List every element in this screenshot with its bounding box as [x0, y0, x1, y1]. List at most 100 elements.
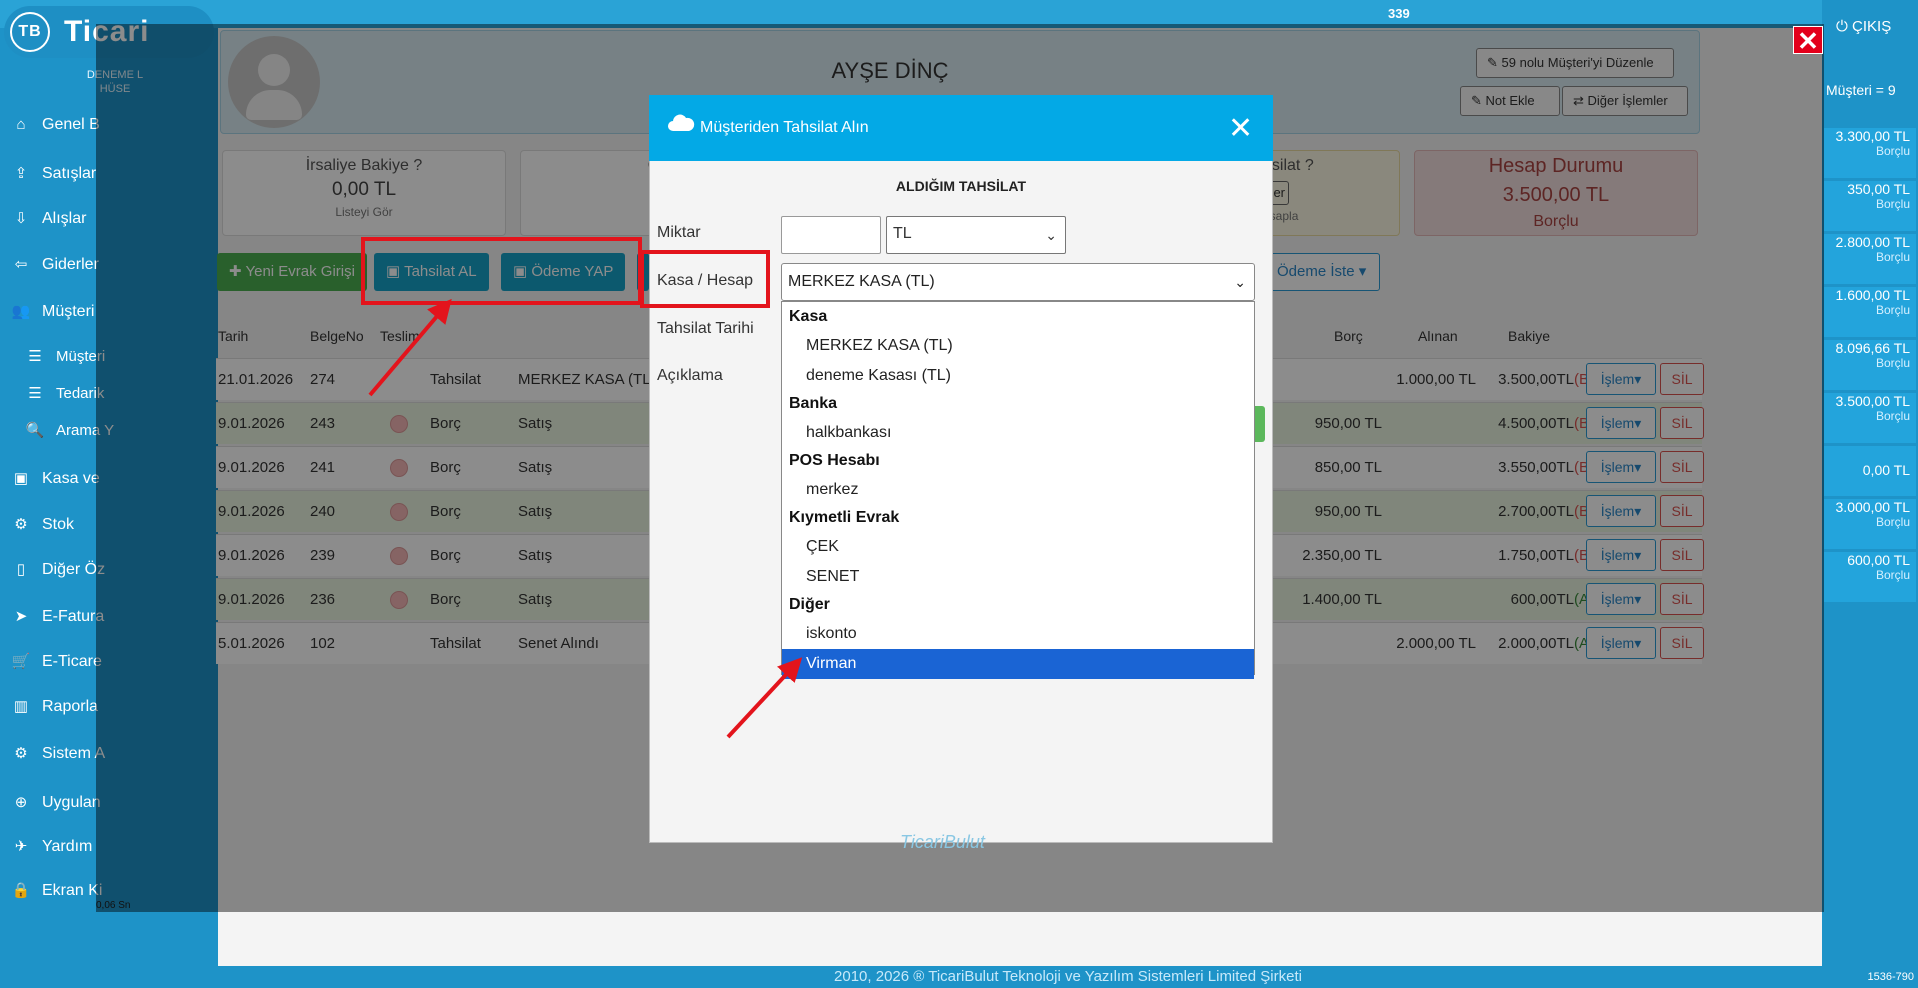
modal-title: Müşteriden Tahsilat Alın [700, 119, 869, 136]
sidebar-item-label: Ekran Ki [42, 882, 103, 899]
modal-heading: ALDIĞIM TAHSİLAT [895, 178, 1027, 194]
footer-version: 1536-790 [1867, 971, 1915, 983]
dropdown-option[interactable]: merkez [782, 475, 1254, 505]
right-panel-item[interactable]: 3.500,00 TL Borçlu [1824, 393, 1916, 443]
sidebar-item-label: E-Ticare [42, 653, 102, 670]
sidebar-icon: ✈ [14, 838, 28, 855]
sidebar-icon: 👥 [11, 303, 31, 320]
sidebar-icon: 🔍 [25, 422, 45, 439]
right-panel-item[interactable]: 3.300,00 TL Borçlu [1824, 128, 1916, 178]
top-counter: 339 [1388, 6, 1410, 21]
sidebar-icon: ▥ [13, 698, 29, 715]
account-dropdown-list: Kasa MERKEZ KASA (TL) deneme Kasası (TL) Ba… [781, 301, 1255, 679]
sidebar-icon: ⇦ [14, 256, 28, 273]
dropdown-group-label: Banka [789, 395, 838, 412]
chevron-down-icon: ⌄ [1234, 274, 1246, 290]
dropdown-option[interactable]: ÇEK [782, 532, 1254, 562]
sidebar-icon: ⇪ [14, 165, 28, 182]
sidebar-icon: ⊕ [14, 794, 28, 811]
right-panel-item[interactable]: 3.000,00 TL Borçlu [1824, 499, 1916, 549]
sidebar-icon: ⇩ [14, 210, 28, 227]
account-select[interactable]: MERKEZ KASA (TL) ⌄ [781, 263, 1255, 301]
render-time: 0,06 Sn [96, 900, 131, 911]
logout-button[interactable]: ⏻ ÇIKIŞ [1836, 18, 1891, 35]
right-panel-item[interactable]: 8.096,66 TL Borçlu [1824, 340, 1916, 390]
right-panel-item[interactable]: 0,00 TL [1824, 446, 1916, 496]
sidebar-item-label: E-Fatura [42, 608, 105, 625]
close-icon: ✕ [1797, 26, 1819, 56]
amount-input[interactable] [781, 216, 881, 254]
sidebar-item-label: Satışlar [42, 165, 97, 182]
logout-label: ÇIKIŞ [1852, 18, 1892, 35]
right-panel-status: Borçlu [1875, 515, 1910, 529]
sidebar-item-label: Giderler [42, 256, 99, 273]
currency-value: TL [893, 225, 912, 242]
sidebar-icon: ☰ [28, 348, 42, 365]
right-panel-amount: 3.000,00 TL [1835, 499, 1910, 515]
right-panel-status: Borçlu [1875, 197, 1910, 211]
right-panel-status: Borçlu [1875, 356, 1910, 370]
right-panel-item[interactable]: 1.600,00 TL Borçlu [1824, 287, 1916, 337]
sidebar-item-label: Alışlar [42, 210, 87, 227]
power-icon: ⏻ [1836, 18, 1853, 35]
account-select-value: MERKEZ KASA (TL) [788, 273, 935, 290]
description-label: Açıklama [657, 367, 723, 384]
sidebar-item-label: Müşteri [42, 303, 95, 320]
dropdown-option[interactable]: MERKEZ KASA (TL) [782, 331, 1254, 361]
dropdown-option[interactable]: iskonto [782, 619, 1254, 649]
sidebar-icon: ⌂ [16, 116, 26, 133]
chevron-down-icon: ⌄ [1045, 227, 1057, 243]
sidebar-icon: ▣ [13, 470, 29, 487]
date-label: Tahsilat Tarihi [657, 320, 754, 337]
sidebar-item-label: Uygulan [42, 794, 101, 811]
sidebar-icon: 🔒 [11, 882, 31, 899]
right-panel-amount: 2.800,00 TL [1835, 234, 1910, 250]
right-panel-amount: 0,00 TL [1862, 462, 1910, 478]
footer: 2010, 2026 ® TicariBulut Teknoloji ve Ya… [218, 966, 1918, 988]
close-icon: ✕ [1228, 112, 1254, 145]
sidebar-item-label: Raporla [42, 698, 99, 715]
sidebar-icon: ⚙ [14, 516, 28, 533]
right-panel-amount: 3.500,00 TL [1835, 393, 1910, 409]
sidebar-icon: ⚙ [14, 745, 28, 762]
right-panel-amount: 600,00 TL [1847, 552, 1910, 568]
right-panel-status: Borçlu [1875, 144, 1910, 158]
dropdown-group-label: Kıymetli Evrak [789, 509, 900, 526]
dropdown-group-label: Kasa [789, 308, 828, 325]
sidebar-item-label: Yardım [42, 838, 93, 855]
right-panel-status: Borçlu [1875, 568, 1910, 582]
sidebar-icon: 🛒 [11, 653, 31, 670]
right-panel-item[interactable]: 2.800,00 TL Borçlu [1824, 234, 1916, 284]
logo-badge: TB [10, 12, 50, 52]
right-panel-status: Borçlu [1875, 250, 1910, 264]
close-overlay-button[interactable]: ✕ [1793, 26, 1823, 56]
sidebar-item-label: Stok [42, 516, 75, 533]
cloud-icon [668, 114, 695, 131]
customer-count: Müşteri = 9 [1826, 82, 1896, 98]
right-panel-amount: 1.600,00 TL [1835, 287, 1910, 303]
footer-text: 2010, 2026 ® TicariBulut Teknoloji ve Ya… [834, 968, 1302, 985]
dropdown-group-label: POS Hesabı [789, 452, 880, 469]
right-panel-item[interactable]: 350,00 TL Borçlu [1824, 181, 1916, 231]
right-panel-amount: 350,00 TL [1847, 181, 1910, 197]
sidebar-item-label: Kasa ve [42, 470, 100, 487]
sidebar-icon: ➤ [14, 608, 28, 625]
sidebar-icon: ▯ [16, 561, 26, 578]
currency-select[interactable]: TL ⌄ [886, 216, 1066, 254]
dropdown-option[interactable]: Virman [782, 649, 1254, 679]
dropdown-option[interactable]: SENET [782, 562, 1254, 592]
annotation-box-label [640, 250, 770, 308]
right-panel-status: Borçlu [1875, 303, 1910, 317]
modal-close-button[interactable]: ✕ [1228, 114, 1253, 144]
sidebar-item-label: Genel B [42, 116, 100, 133]
right-panel-amount: 8.096,66 TL [1835, 340, 1910, 356]
sidebar-icon: ☰ [28, 385, 42, 402]
annotation-box-buttons [361, 237, 642, 305]
right-panel-amount: 3.300,00 TL [1835, 128, 1910, 144]
right-panel-item[interactable]: 600,00 TL Borçlu [1824, 552, 1916, 602]
right-panel-status: Borçlu [1875, 409, 1910, 423]
dropdown-option[interactable]: deneme Kasası (TL) [782, 361, 1254, 391]
dropdown-option[interactable]: halkbankası [782, 418, 1254, 448]
dropdown-group-label: Diğer [789, 596, 830, 613]
watermark: TicariBulut [900, 832, 985, 852]
